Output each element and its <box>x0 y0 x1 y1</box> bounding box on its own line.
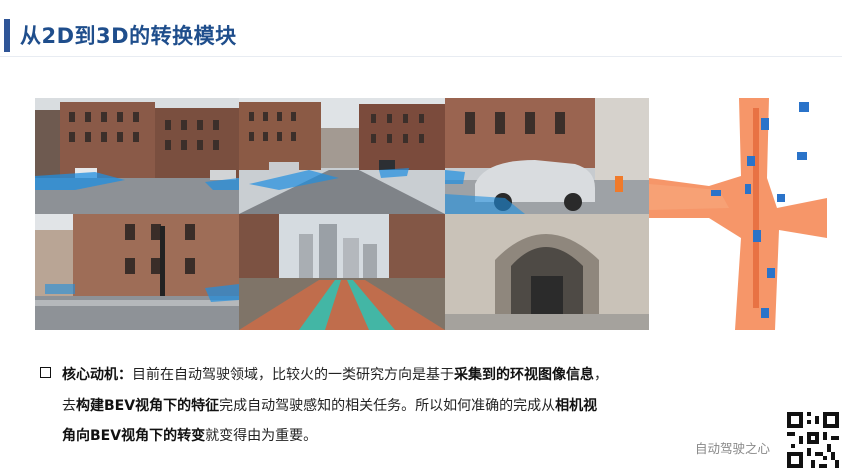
qr-code-icon <box>787 412 839 468</box>
back-left-camera-image <box>35 214 239 330</box>
line2-emphasis-2: 相机视 <box>555 398 598 414</box>
line1-text-c: ， <box>594 367 608 383</box>
slide-title: 从2D到3D的转换模块 <box>20 24 237 48</box>
line2-text-a: 去 <box>62 398 76 414</box>
paragraph-line-2: 去构建BEV视角下的特征完成自动驾驶感知的相关任务。所以如何准确的完成从相机视 <box>62 395 597 415</box>
bullet-checkbox-icon <box>40 367 51 378</box>
paragraph-line-1: 核心动机：目前在自动驾驶领域，比较火的一类研究方向是基于采集到的环视图像信息， <box>62 364 608 384</box>
front-right-camera-image <box>445 98 649 214</box>
header-divider <box>0 56 842 57</box>
front-camera-image <box>239 98 445 214</box>
bev-segmentation-map <box>649 98 827 330</box>
line3-emphasis: 角向BEV视角下的转变 <box>62 428 206 444</box>
line2-emphasis: 构建BEV视角下的特征 <box>76 398 220 414</box>
line1-text-a: 目前在自动驾驶领域，比较火的一类研究方向是基于 <box>132 367 454 383</box>
title-accent-bar <box>4 19 10 52</box>
line3-text-b: 就变得由为重要。 <box>205 428 318 444</box>
front-left-camera-image <box>35 98 239 214</box>
back-camera-image <box>239 214 445 330</box>
line2-text-c: 完成自动驾驶感知的相关任务。所以如何准确的完成从 <box>219 398 556 414</box>
line1-emphasis: 采集到的环视图像信息 <box>454 367 594 383</box>
back-right-camera-image <box>445 214 649 330</box>
surround-view-figure <box>35 98 827 330</box>
paragraph-line-3: 角向BEV视角下的转变就变得由为重要。 <box>62 425 317 445</box>
watermark-text: 自动驾驶之心 <box>695 441 771 456</box>
bullet-label: 核心动机： <box>62 367 132 383</box>
